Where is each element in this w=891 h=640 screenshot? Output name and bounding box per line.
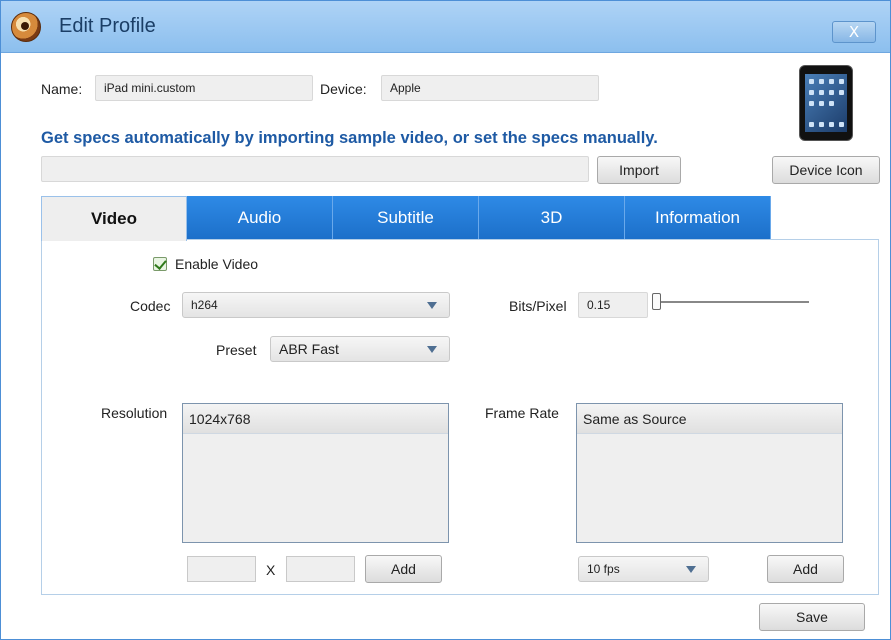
window-title: Edit Profile [59, 15, 156, 37]
add-resolution-button[interactable]: Add [365, 555, 442, 583]
add-frame-rate-button[interactable]: Add [767, 555, 844, 583]
fps-value: 10 fps [587, 562, 620, 576]
device-label: Device: [320, 81, 367, 97]
tab-video[interactable]: Video [41, 196, 187, 241]
instructions-headline: Get specs automatically by importing sam… [41, 129, 658, 147]
resolution-x-label: X [266, 562, 276, 578]
resolution-label: Resolution [101, 405, 168, 421]
codec-value: h264 [191, 298, 218, 312]
frame-rate-list[interactable]: Same as Source [576, 403, 843, 543]
chevron-down-icon [427, 346, 437, 353]
tab-audio[interactable]: Audio [187, 196, 333, 240]
list-item[interactable]: 1024x768 [183, 404, 448, 434]
preset-select[interactable]: ABR Fast [270, 336, 450, 362]
preset-value: ABR Fast [279, 341, 339, 357]
device-icon-button[interactable]: Device Icon [772, 156, 880, 184]
codec-label: Codec [130, 298, 171, 314]
tab-information[interactable]: Information [625, 196, 771, 240]
preset-label: Preset [216, 342, 257, 358]
app-logo-icon [11, 12, 41, 42]
close-button[interactable]: X [832, 21, 876, 43]
enable-video-label: Enable Video [175, 256, 259, 272]
tab-3d[interactable]: 3D [479, 196, 625, 240]
list-item[interactable]: Same as Source [577, 404, 842, 434]
frame-rate-label: Frame Rate [485, 405, 559, 421]
resolution-list[interactable]: 1024x768 [182, 403, 449, 543]
tab-subtitle[interactable]: Subtitle [333, 196, 479, 240]
bits-per-pixel-label: Bits/Pixel [509, 298, 567, 314]
enable-video-checkbox[interactable] [153, 257, 167, 271]
resolution-height-input[interactable] [286, 556, 355, 582]
save-button[interactable]: Save [759, 603, 865, 631]
bits-per-pixel-slider-track[interactable] [657, 301, 809, 303]
edit-profile-window: Edit Profile X Name: iPad mini.custom De… [0, 0, 891, 640]
codec-select[interactable]: h264 [182, 292, 450, 318]
name-label: Name: [41, 81, 83, 97]
fps-select[interactable]: 10 fps [578, 556, 709, 582]
import-path-field[interactable] [41, 156, 589, 182]
resolution-width-input[interactable] [187, 556, 256, 582]
title-bar[interactable]: Edit Profile X [1, 1, 890, 53]
chevron-down-icon [427, 302, 437, 309]
chevron-down-icon [686, 566, 696, 573]
device-field[interactable]: Apple [381, 75, 599, 101]
device-image [799, 65, 853, 141]
import-button[interactable]: Import [597, 156, 681, 184]
bits-per-pixel-field[interactable]: 0.15 [578, 292, 648, 318]
name-field[interactable]: iPad mini.custom [95, 75, 313, 101]
bits-per-pixel-slider-handle[interactable] [652, 293, 661, 310]
